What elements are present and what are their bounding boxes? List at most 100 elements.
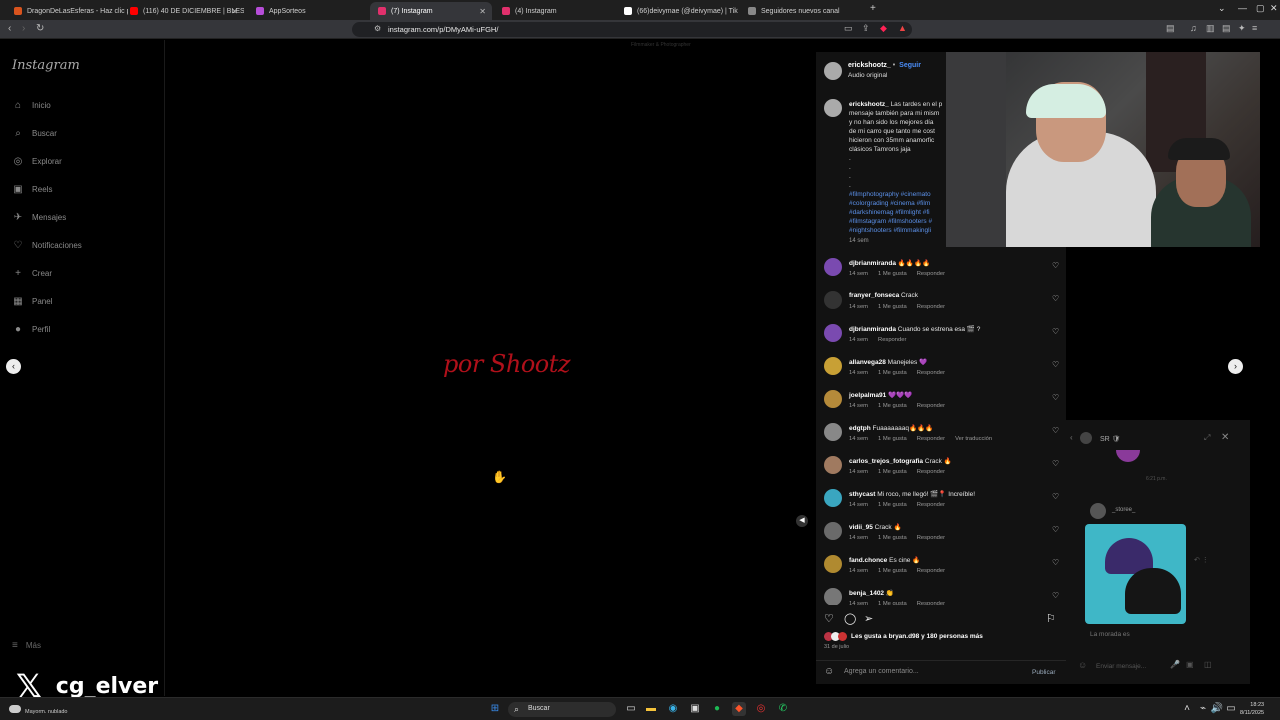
tab-close-icon[interactable]: ✕	[479, 7, 486, 16]
comment-username[interactable]: vidii_95	[849, 524, 873, 531]
comment-avatar[interactable]	[824, 258, 842, 276]
comment-avatar[interactable]	[824, 555, 842, 573]
weather-text[interactable]: Mayorm. nublado	[25, 709, 68, 715]
dm-title[interactable]: SR 🛡	[1100, 435, 1121, 443]
comment-like-icon[interactable]: ♡	[1052, 261, 1059, 270]
file-explorer-icon[interactable]: ▬	[644, 702, 658, 716]
comment-reply-button[interactable]: Responder	[878, 337, 906, 343]
comment-reply-button[interactable]: Responder	[917, 271, 945, 277]
comment-likes[interactable]: 1 Me gusta	[878, 370, 907, 376]
comment-like-icon[interactable]: ♡	[1052, 327, 1059, 336]
sidebar-item-notificaciones[interactable]: ♡ Notificaciones	[12, 240, 82, 251]
store-icon[interactable]: ▣	[688, 702, 702, 716]
comment-avatar[interactable]	[824, 522, 842, 540]
comment-username[interactable]: carlos_trejos_fotografia	[849, 458, 923, 465]
reload-icon[interactable]: ↻	[36, 23, 44, 34]
comment-reply-button[interactable]: Responder	[917, 601, 945, 605]
sidebar-item-crear[interactable]: + Crear	[12, 268, 52, 279]
comment-likes[interactable]: 1 Me gusta	[878, 535, 907, 541]
comment-avatar[interactable]	[824, 357, 842, 375]
tray-chevron-icon[interactable]: ˄	[1180, 702, 1194, 716]
more-menu[interactable]: ≡ Más	[12, 640, 41, 651]
comment-like-icon[interactable]: ♡	[1052, 591, 1059, 600]
share-icon[interactable]: ➢	[864, 612, 873, 625]
screen-icon[interactable]: ▭	[844, 23, 853, 34]
window-close-icon[interactable]: ✕	[1270, 3, 1278, 14]
comment-likes[interactable]: 1 Me gusta	[878, 502, 907, 508]
windows-start-icon[interactable]: ⊞	[488, 702, 502, 716]
comment-like-icon[interactable]: ♡	[1052, 426, 1059, 435]
sidebar-item-explorar[interactable]: ◎ Explorar	[12, 156, 62, 167]
comment-likes[interactable]: 1 Me gusta	[878, 436, 907, 442]
browser-tab[interactable]: AppSorteos	[248, 2, 370, 20]
comment-reply-button[interactable]: Responder	[917, 436, 945, 442]
comment-username[interactable]: djbrianmiranda	[849, 326, 896, 333]
tab-search-icon[interactable]: ⌄	[1218, 3, 1226, 14]
comment-like-icon[interactable]: ♡	[1052, 360, 1059, 369]
network-icon[interactable]: ⌁	[1196, 702, 1210, 716]
weather-icon[interactable]	[9, 705, 21, 713]
comment-avatar[interactable]	[824, 324, 842, 342]
sidebar-item-mensajes[interactable]: ✈ Mensajes	[12, 212, 66, 223]
comment-reply-button[interactable]: Responder	[917, 403, 945, 409]
comment-avatar[interactable]	[824, 588, 842, 605]
comment-input[interactable]: Agrega un comentario...	[844, 668, 919, 675]
publish-button[interactable]: Publicar	[1032, 669, 1055, 676]
comment-reply-button[interactable]: Responder	[917, 568, 945, 574]
comment-username[interactable]: sthycast	[849, 491, 875, 498]
see-translation-link[interactable]: Ver traducción	[955, 436, 992, 442]
sidebar-toggle-icon[interactable]: ▤	[1166, 23, 1175, 34]
sidebar-item-inicio[interactable]: ⌂ Inicio	[12, 100, 51, 111]
dm-shared-image[interactable]	[1085, 524, 1186, 624]
dm-close-icon[interactable]: ✕	[1221, 432, 1229, 443]
comment-like-icon[interactable]: ♡	[1052, 459, 1059, 468]
comment-reply-button[interactable]: Responder	[917, 502, 945, 508]
comment-username[interactable]: franyer_fonseca	[849, 292, 899, 299]
comment-username[interactable]: joelpalma91	[849, 392, 886, 399]
rewards-icon[interactable]: ▲	[898, 23, 907, 33]
comment-like-icon[interactable]: ♡	[1052, 492, 1059, 501]
new-tab-icon[interactable]: +	[870, 3, 876, 14]
forward-icon[interactable]: ›	[22, 23, 25, 34]
like-icon[interactable]: ♡	[824, 612, 834, 625]
comment-reply-button[interactable]: Responder	[917, 304, 945, 310]
comment-avatar[interactable]	[824, 489, 842, 507]
dm-back-icon[interactable]: ‹	[1070, 433, 1073, 442]
taskbar-clock[interactable]: 18:23 8/11/2025	[1240, 701, 1264, 717]
url-bar[interactable]: ⚙ instagram.com/p/DMyAMi-uFGH/	[352, 22, 912, 37]
site-info-icon[interactable]: ⚙	[374, 24, 381, 33]
url-text[interactable]: instagram.com/p/DMyAMi-uFGH/	[388, 25, 498, 34]
share-icon[interactable]: ⇪	[862, 23, 870, 34]
spotify-icon[interactable]: ●	[710, 702, 724, 716]
volume-icon[interactable]: 🔊	[1210, 702, 1224, 716]
tab-close-icon[interactable]: ✕	[231, 7, 238, 16]
browser-tab[interactable]: (7) Instagram ✕	[370, 2, 492, 20]
panel-icon[interactable]: ▥	[1206, 23, 1215, 34]
likes-count[interactable]: Les gusta a bryan.d98 y 180 personas más	[851, 633, 983, 640]
sidebar-item-panel[interactable]: ▦ Panel	[12, 296, 52, 307]
comment-likes[interactable]: 1 Me gusta	[878, 469, 907, 475]
task-view-icon[interactable]: ▭	[624, 702, 638, 716]
reply-icon[interactable]: ↶ ⋮	[1194, 556, 1209, 564]
comment-likes[interactable]: 1 Me gusta	[878, 271, 907, 277]
comment-avatar[interactable]	[824, 291, 842, 309]
expand-icon[interactable]: ⤢	[1204, 433, 1210, 443]
chrome-icon[interactable]: ◎	[754, 702, 768, 716]
battery-icon[interactable]: ▭	[1224, 702, 1238, 716]
comment-icon[interactable]: ◯	[844, 612, 856, 625]
menu-icon[interactable]: ≡	[1252, 23, 1257, 33]
comment-username[interactable]: edgtph	[849, 425, 871, 432]
brave-shield-icon[interactable]: ◆	[880, 23, 887, 34]
comment-username[interactable]: djbrianmiranda	[849, 260, 896, 267]
browser-tab[interactable]: DragonDeLasEsferas - Haz clic para c	[6, 2, 128, 20]
comment-username[interactable]: fand.chonce	[849, 557, 887, 564]
comment-username[interactable]: allanvega28	[849, 359, 886, 366]
sidebar-item-reels[interactable]: ▣ Reels	[12, 184, 52, 195]
comment-avatar[interactable]	[824, 456, 842, 474]
back-icon[interactable]: ‹	[8, 23, 11, 34]
comment-likes[interactable]: 1 Me gusta	[878, 304, 907, 310]
comment-likes[interactable]: 1 Me gusta	[878, 601, 907, 605]
comment-like-icon[interactable]: ♡	[1052, 525, 1059, 534]
comment-reply-button[interactable]: Responder	[917, 469, 945, 475]
browser-tab[interactable]: (116) 40 DE DICIEMBRE | BLESSD ✕	[122, 2, 244, 20]
